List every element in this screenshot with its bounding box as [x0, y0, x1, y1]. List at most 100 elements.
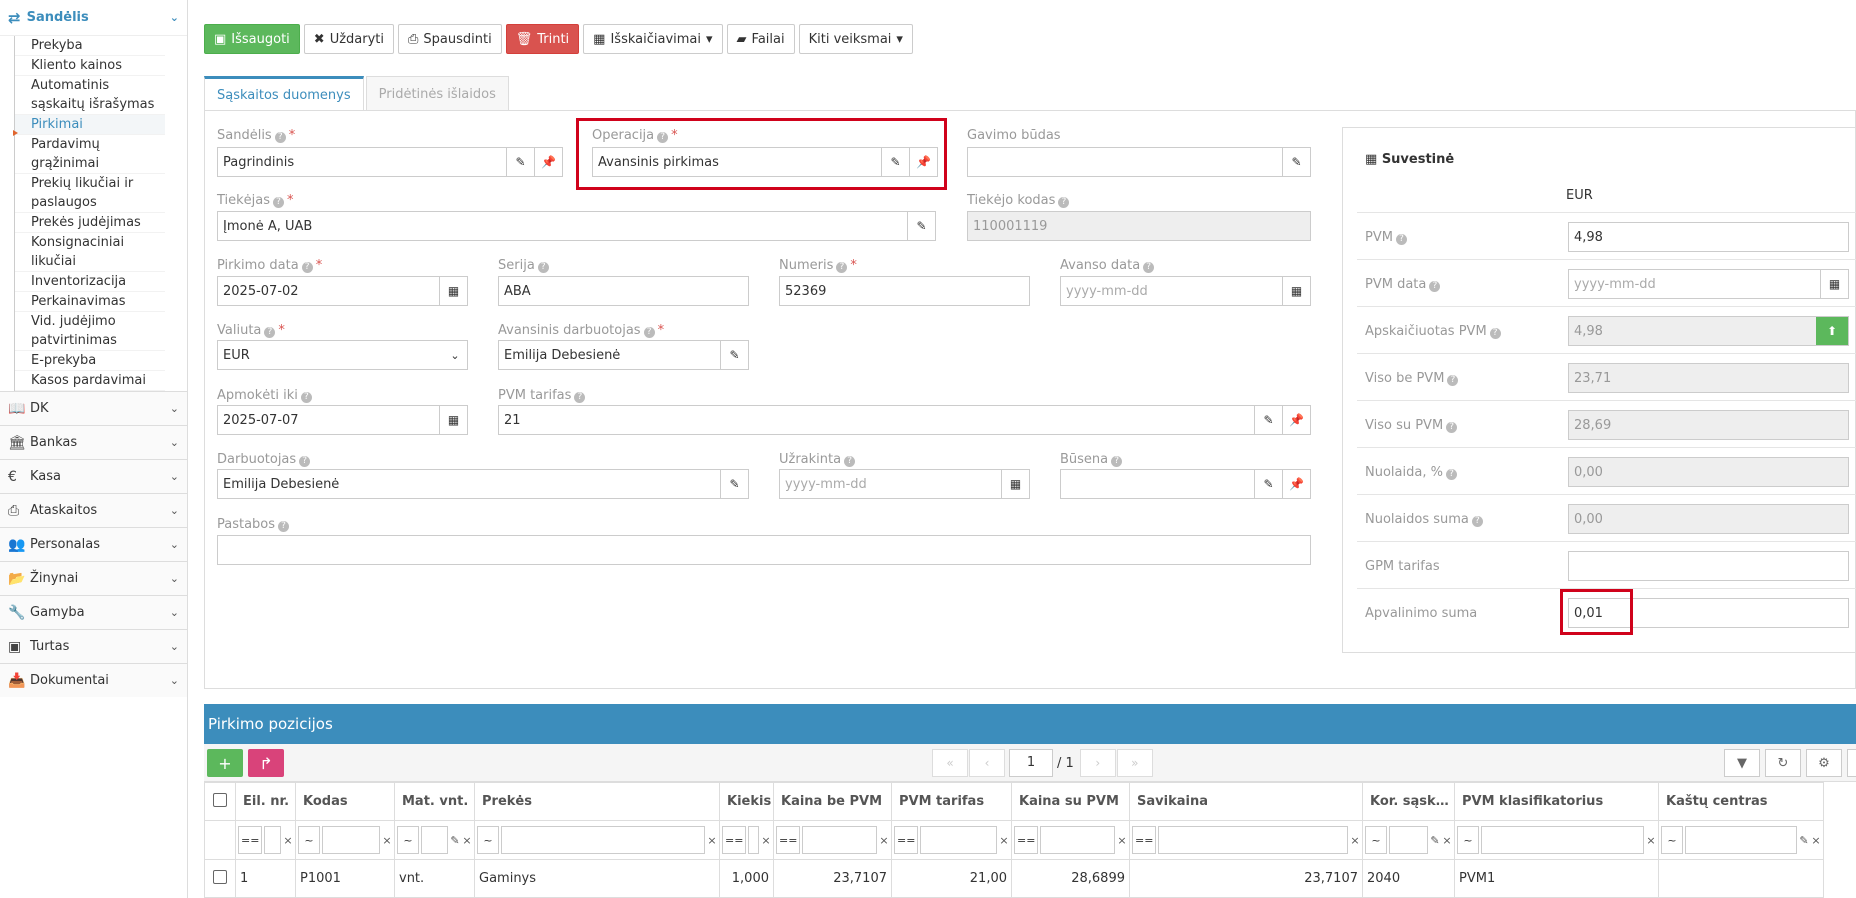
- sidebar-module[interactable]: 📂 Žinynai ⌄: [0, 561, 187, 595]
- delivery-field[interactable]: ✎: [967, 147, 1311, 177]
- pencil-icon[interactable]: ✎: [1282, 148, 1310, 176]
- filter-operator[interactable]: ==: [1132, 826, 1157, 854]
- tab-additional-costs[interactable]: Pridėtinės išlaidos: [365, 76, 509, 111]
- filter-operator[interactable]: ==: [722, 826, 747, 854]
- sidebar-item[interactable]: Kasos pardavimai: [15, 371, 165, 391]
- pencil-icon[interactable]: ✎: [720, 470, 748, 498]
- sidebar-module[interactable]: ⎙ Ataskaitos ⌄: [0, 493, 187, 527]
- filter-input[interactable]: [1481, 826, 1644, 854]
- purchase-date-field[interactable]: 2025-07-02 ▦: [217, 276, 468, 306]
- clear-icon[interactable]: ×: [879, 834, 889, 847]
- delete-button[interactable]: 🗑 Trinti: [505, 24, 580, 54]
- sidebar-item[interactable]: Vid. judėjimo patvirtinimas: [15, 312, 165, 351]
- save-button[interactable]: ▣ Išsaugoti: [204, 24, 300, 54]
- clear-icon[interactable]: ×: [1117, 834, 1127, 847]
- pay-until-field[interactable]: 2025-07-07 ▦: [217, 405, 468, 435]
- filter-operator[interactable]: ~: [298, 826, 320, 854]
- advance-employee-field[interactable]: Emilija Debesienė ✎: [498, 340, 749, 370]
- column-header[interactable]: Kiekis: [719, 782, 774, 821]
- sidebar-module[interactable]: € Kasa ⌄: [0, 459, 187, 493]
- clear-icon[interactable]: ×: [707, 834, 717, 847]
- calendar-icon[interactable]: ▦: [1282, 277, 1310, 305]
- filter-input[interactable]: [322, 826, 380, 854]
- print-button[interactable]: ⎙ Spausdinti: [398, 24, 502, 54]
- filter-operator[interactable]: ==: [776, 826, 801, 854]
- page-input[interactable]: 1: [1009, 749, 1053, 777]
- last-page-button[interactable]: »: [1116, 749, 1153, 777]
- sidebar-item[interactable]: Inventorizacija: [15, 272, 165, 292]
- currency-select[interactable]: EUR ⌄: [217, 340, 468, 370]
- sidebar-item[interactable]: Perkainavimas: [15, 292, 165, 312]
- summary-field[interactable]: [1568, 551, 1849, 581]
- calendar-icon[interactable]: ▦: [439, 277, 467, 305]
- sidebar-module[interactable]: 🏛 Bankas ⌄: [0, 425, 187, 459]
- pencil-icon[interactable]: ✎: [720, 341, 748, 369]
- filter-operator[interactable]: ~: [1365, 826, 1387, 854]
- column-header[interactable]: Kaina su PVM: [1011, 782, 1130, 821]
- vat-rate-field[interactable]: 21 ✎ 📌: [498, 405, 1311, 435]
- calendar-icon[interactable]: ▦: [1820, 270, 1848, 298]
- summary-field[interactable]: 4,98: [1568, 222, 1849, 252]
- pencil-icon[interactable]: ✎: [1254, 406, 1282, 434]
- column-header[interactable]: PVM tarifas: [891, 782, 1012, 821]
- select-all-checkbox[interactable]: [204, 782, 236, 821]
- column-header[interactable]: Mat. vnt.: [394, 782, 475, 821]
- sidebar-module[interactable]: 👥 Personalas ⌄: [0, 527, 187, 561]
- pencil-icon[interactable]: ✎: [450, 834, 460, 847]
- clear-icon[interactable]: ×: [1811, 834, 1821, 847]
- clear-icon[interactable]: ×: [462, 834, 472, 847]
- pin-icon[interactable]: 📌: [1282, 470, 1310, 498]
- gear-icon[interactable]: ⚙: [1806, 749, 1842, 777]
- clear-icon[interactable]: ×: [382, 834, 392, 847]
- warehouse-field[interactable]: Pagrindinis ✎ 📌: [217, 147, 563, 177]
- pencil-icon[interactable]: ✎: [506, 148, 534, 176]
- sidebar-module[interactable]: 📖 DK ⌄: [0, 391, 187, 425]
- column-header[interactable]: Savikaina: [1129, 782, 1363, 821]
- column-header[interactable]: PVM klasifikatorius: [1454, 782, 1659, 821]
- sidebar-item[interactable]: Prekių likučiai ir paslaugos: [15, 174, 165, 213]
- clear-icon[interactable]: ×: [761, 834, 771, 847]
- arrow-up-icon[interactable]: ⬆: [1816, 317, 1848, 345]
- pencil-icon[interactable]: ✎: [1799, 834, 1809, 847]
- column-header[interactable]: Prekės: [474, 782, 720, 821]
- clear-icon[interactable]: ×: [1350, 834, 1360, 847]
- filter-input[interactable]: [1389, 826, 1428, 854]
- filter-input[interactable]: [264, 826, 281, 854]
- column-header[interactable]: Kodas: [295, 782, 395, 821]
- sidebar-module[interactable]: 🔧 Gamyba ⌄: [0, 595, 187, 629]
- sidebar-item[interactable]: Pirkimai: [13, 115, 165, 136]
- number-field[interactable]: 52369: [779, 276, 1030, 306]
- more-actions-dropdown[interactable]: Kiti veiksmai ▾: [798, 24, 913, 54]
- close-button[interactable]: ✖ Uždaryti: [303, 24, 395, 54]
- filter-operator[interactable]: ~: [397, 826, 419, 854]
- sidebar-item[interactable]: Konsignaciniai likučiai: [15, 233, 165, 272]
- advance-date-field[interactable]: yyyy-mm-dd ▦: [1060, 276, 1311, 306]
- pencil-icon[interactable]: ✎: [1254, 470, 1282, 498]
- more-icon[interactable]: [1847, 749, 1856, 777]
- sidebar-item[interactable]: E-prekyba: [15, 351, 165, 371]
- sidebar-item[interactable]: Prekės judėjimas: [15, 213, 165, 233]
- column-header[interactable]: Kaina be PVM: [773, 782, 892, 821]
- filter-input[interactable]: [802, 826, 877, 854]
- summary-field[interactable]: yyyy-mm-dd ▦: [1568, 269, 1849, 299]
- table-row[interactable]: 1 P1001 vnt. Gaminys 1,000 23,7107 21,00 28,689…: [204, 859, 1824, 898]
- filter-input[interactable]: [920, 826, 997, 854]
- filter-input[interactable]: [421, 826, 448, 854]
- clear-icon[interactable]: ×: [283, 834, 293, 847]
- filter-input[interactable]: [501, 826, 705, 854]
- clear-icon[interactable]: ×: [1442, 834, 1452, 847]
- add-row-button[interactable]: +: [207, 749, 243, 777]
- pencil-icon[interactable]: ✎: [1430, 834, 1440, 847]
- notes-field[interactable]: [217, 535, 1311, 565]
- filter-operator[interactable]: ==: [894, 826, 919, 854]
- filter-operator[interactable]: ==: [238, 826, 263, 854]
- refresh-icon[interactable]: ↻: [1765, 749, 1801, 777]
- filter-input[interactable]: [748, 826, 759, 854]
- filter-icon[interactable]: ▼: [1724, 749, 1760, 777]
- calendar-icon[interactable]: ▦: [1001, 470, 1029, 498]
- sidebar-item[interactable]: Prekyba: [15, 36, 165, 56]
- status-field[interactable]: ✎ 📌: [1060, 469, 1311, 499]
- sidebar-section-sandelis[interactable]: ⇄ Sandėlis ⌄: [0, 0, 187, 36]
- prev-page-button[interactable]: ‹: [969, 749, 1005, 777]
- series-field[interactable]: ABA: [498, 276, 749, 306]
